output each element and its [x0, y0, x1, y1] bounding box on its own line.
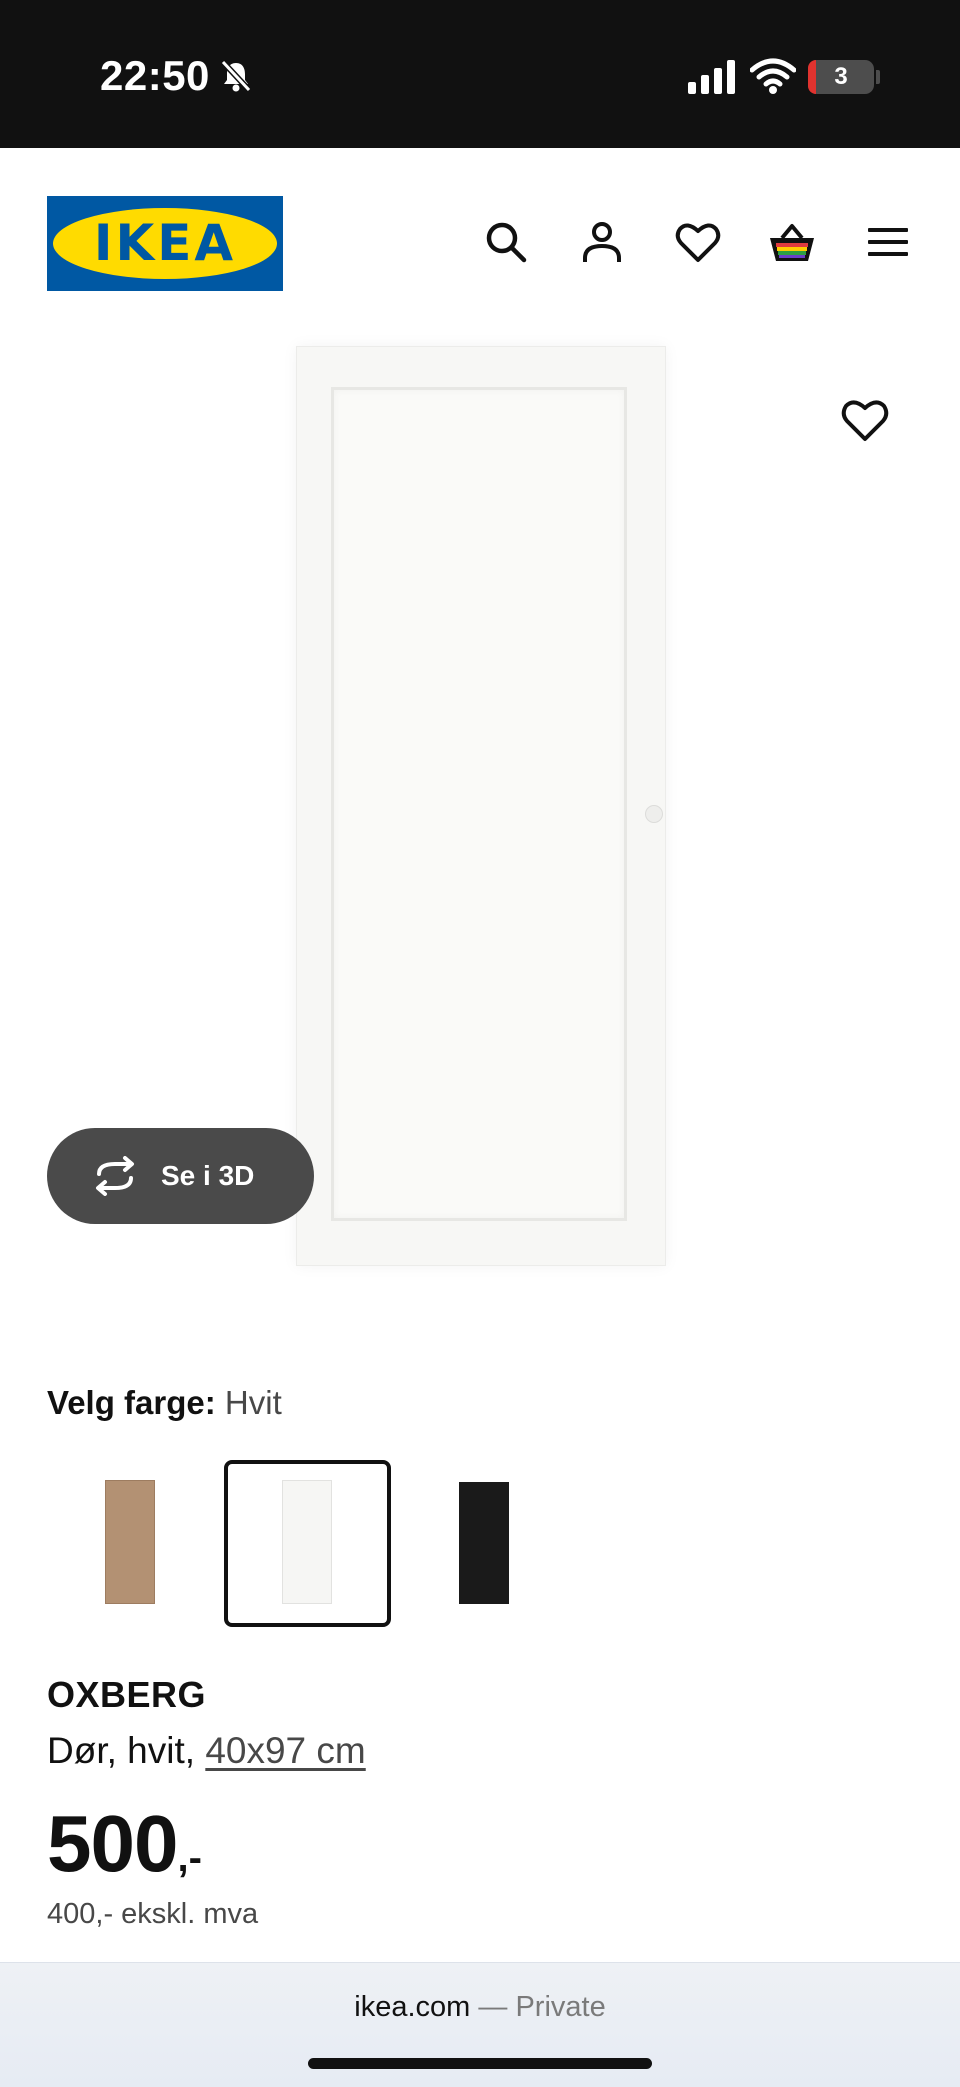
- color-swatch-black[interactable]: [401, 1460, 568, 1627]
- heart-icon[interactable]: [674, 218, 722, 266]
- color-selected-value: Hvit: [224, 1384, 282, 1421]
- swatch-door-white: [282, 1480, 332, 1604]
- door-image: [296, 346, 666, 1266]
- see-in-3d-label: Se i 3D: [161, 1160, 255, 1191]
- product-name: OXBERG: [47, 1674, 207, 1715]
- account-icon[interactable]: [578, 218, 626, 266]
- price-suffix: ,-: [177, 1836, 202, 1880]
- battery-cap: [876, 70, 880, 84]
- battery-icon: 3: [808, 60, 874, 94]
- color-label: Velg farge:: [47, 1384, 216, 1421]
- door-knob: [645, 805, 663, 823]
- color-swatch-oak[interactable]: [47, 1460, 214, 1627]
- favorite-heart-icon[interactable]: [840, 396, 890, 444]
- rotate-3d-icon: [96, 1156, 134, 1196]
- swatch-door-black: [459, 1482, 509, 1604]
- product-price: 500,-: [47, 1798, 202, 1890]
- color-swatch-white[interactable]: [224, 1460, 391, 1627]
- cellular-signal-icon: [688, 60, 735, 94]
- price-integer: 500: [47, 1799, 178, 1888]
- basket-icon[interactable]: [768, 218, 816, 266]
- home-indicator[interactable]: [308, 2058, 652, 2069]
- browser-address-bar[interactable]: ikea.com — Private: [0, 1962, 960, 2087]
- wifi-icon: [750, 58, 796, 94]
- logo-text: IKEA: [93, 214, 237, 272]
- private-mode-label: — Private: [478, 1991, 606, 2023]
- url-domain: ikea.com: [354, 1991, 471, 2023]
- search-icon[interactable]: [482, 218, 530, 266]
- battery-level: 3: [834, 63, 848, 90]
- product-size-link[interactable]: 40x97 cm: [205, 1730, 365, 1771]
- bell-slash-icon: [220, 59, 252, 93]
- price-excluding-vat: 400,- ekskl. mva: [47, 1898, 259, 1930]
- swatch-door-oak: [105, 1480, 155, 1604]
- ikea-logo[interactable]: IKEA: [47, 196, 283, 291]
- door-panel: [331, 387, 627, 1221]
- status-bar: 22:50 3: [0, 0, 960, 148]
- product-description: Dør, hvit, 40x97 cm: [47, 1730, 366, 1772]
- color-selection-heading: Velg farge: Hvit: [47, 1384, 282, 1422]
- status-time: 22:50: [100, 52, 210, 99]
- menu-icon[interactable]: [864, 218, 912, 266]
- url-line[interactable]: ikea.com — Private: [0, 1991, 960, 2024]
- product-type: Dør, hvit,: [47, 1730, 196, 1771]
- see-in-3d-button[interactable]: Se i 3D: [47, 1128, 314, 1224]
